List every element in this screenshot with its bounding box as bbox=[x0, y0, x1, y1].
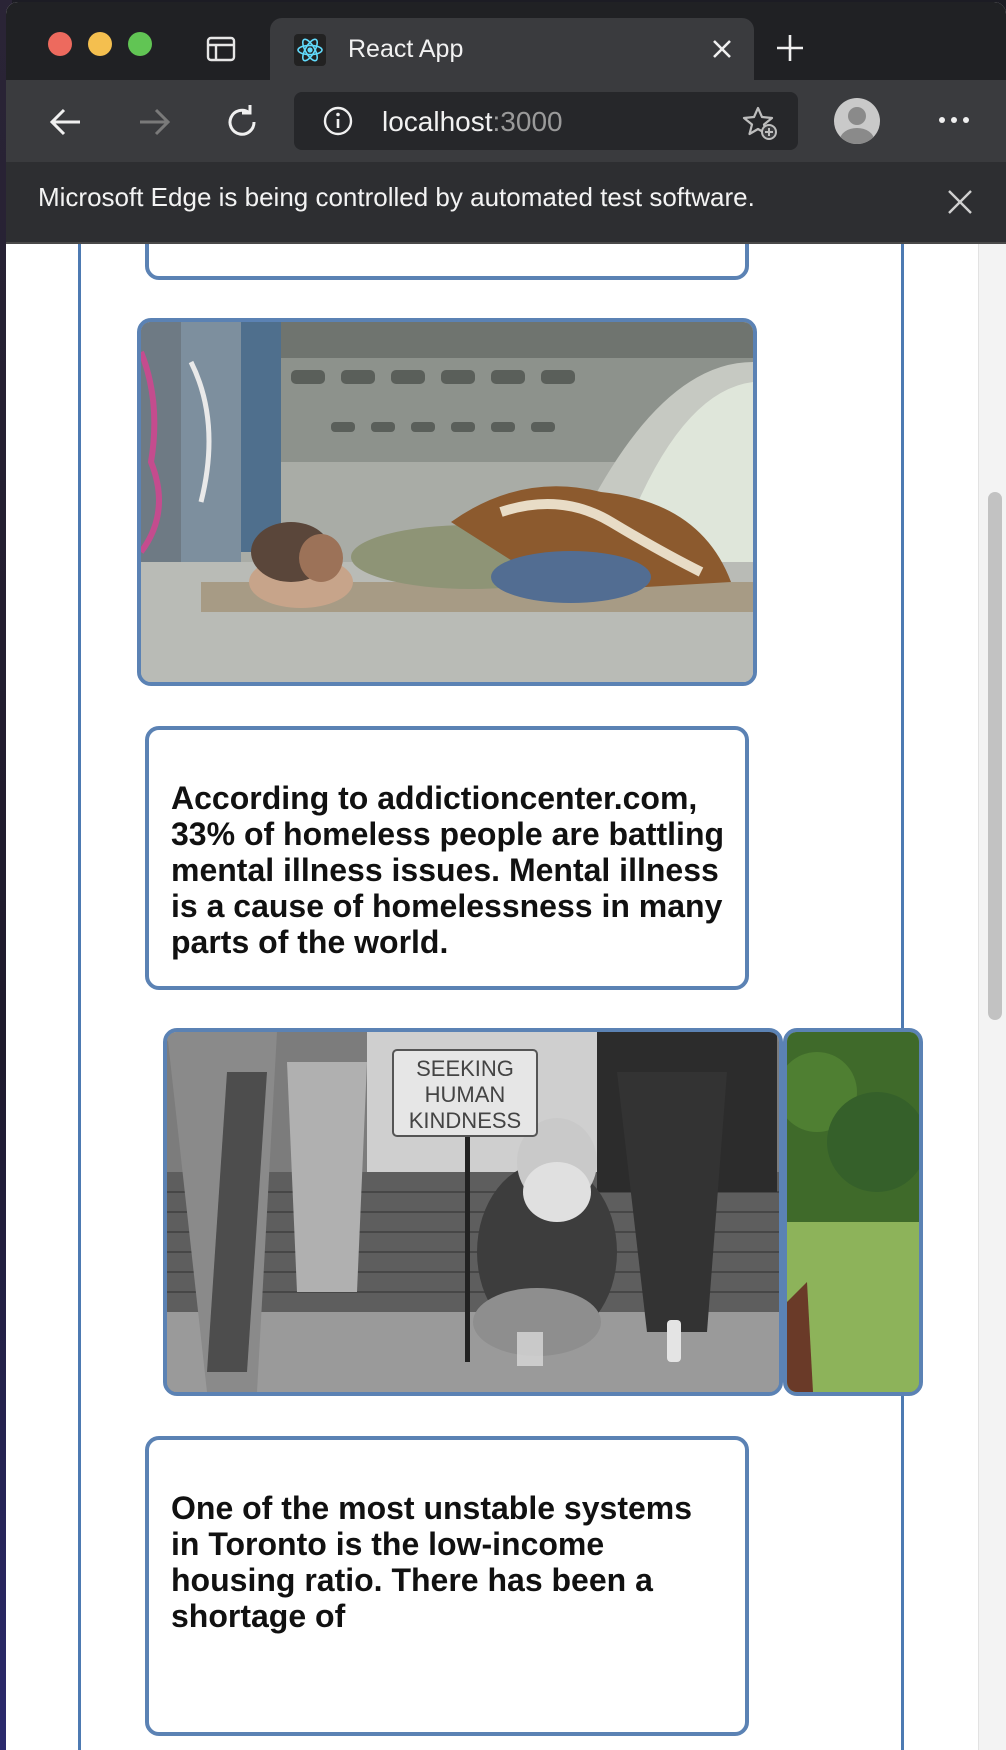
refresh-icon[interactable] bbox=[222, 102, 262, 142]
tab-actions-icon[interactable] bbox=[206, 36, 236, 62]
tab-title: React App bbox=[348, 35, 464, 63]
new-tab-icon[interactable] bbox=[774, 32, 806, 64]
more-options-icon[interactable] bbox=[936, 110, 972, 130]
address-bar[interactable]: localhost:3000 bbox=[294, 92, 798, 150]
page-viewport: According to addictioncenter.com, 33% of… bbox=[6, 244, 1006, 1750]
close-window-button[interactable] bbox=[48, 32, 72, 56]
info-card-text: According to addictioncenter.com, 33% of… bbox=[171, 780, 725, 960]
automation-infobar: Microsoft Edge is being controlled by au… bbox=[6, 162, 1006, 244]
park-grass-image bbox=[787, 1032, 919, 1392]
react-logo-icon bbox=[294, 34, 326, 66]
close-tab-icon[interactable] bbox=[710, 37, 734, 61]
zoom-window-button[interactable] bbox=[128, 32, 152, 56]
profile-avatar-icon[interactable] bbox=[834, 98, 880, 144]
info-card-previous bbox=[145, 244, 749, 280]
browser-toolbar: localhost:3000 bbox=[6, 80, 1006, 162]
forward-arrow-icon[interactable] bbox=[134, 102, 174, 142]
url-text[interactable]: localhost:3000 bbox=[382, 106, 563, 138]
tab-react-app[interactable]: React App bbox=[270, 18, 754, 80]
image-card-man-with-sign: SEEKING HUMAN KINDNESS bbox=[163, 1028, 783, 1396]
add-favorite-icon[interactable] bbox=[742, 105, 778, 141]
content-container: According to addictioncenter.com, 33% of… bbox=[78, 244, 923, 1750]
sign-line-1: SEEKING bbox=[416, 1056, 514, 1081]
back-arrow-icon[interactable] bbox=[46, 102, 86, 142]
url-host: localhost bbox=[382, 106, 493, 137]
info-card-mental-illness: According to addictioncenter.com, 33% of… bbox=[145, 726, 749, 990]
minimize-window-button[interactable] bbox=[88, 32, 112, 56]
man-sleeping-under-bridge-image bbox=[141, 322, 753, 682]
close-infobar-icon[interactable] bbox=[946, 188, 974, 216]
sign-line-3: KINDNESS bbox=[409, 1108, 521, 1133]
sign-line-2: HUMAN bbox=[425, 1082, 506, 1107]
info-card-housing: One of the most unstable systems in Toro… bbox=[145, 1436, 749, 1736]
man-with-sign-image: SEEKING HUMAN KINDNESS bbox=[167, 1032, 779, 1392]
tab-strip: React App bbox=[6, 2, 1006, 80]
page-scrollbar[interactable] bbox=[978, 244, 1006, 1750]
info-card-text: One of the most unstable systems in Toro… bbox=[171, 1490, 693, 1634]
url-port: :3000 bbox=[492, 106, 563, 137]
infobar-message: Microsoft Edge is being controlled by au… bbox=[38, 182, 755, 212]
scrollbar-thumb[interactable] bbox=[988, 492, 1002, 1020]
browser-window: React App localhost:3000 Microsoft Edge … bbox=[6, 2, 1006, 1750]
image-card-park bbox=[783, 1028, 923, 1396]
image-card-man-sleeping bbox=[137, 318, 757, 686]
site-info-icon[interactable] bbox=[322, 105, 354, 137]
